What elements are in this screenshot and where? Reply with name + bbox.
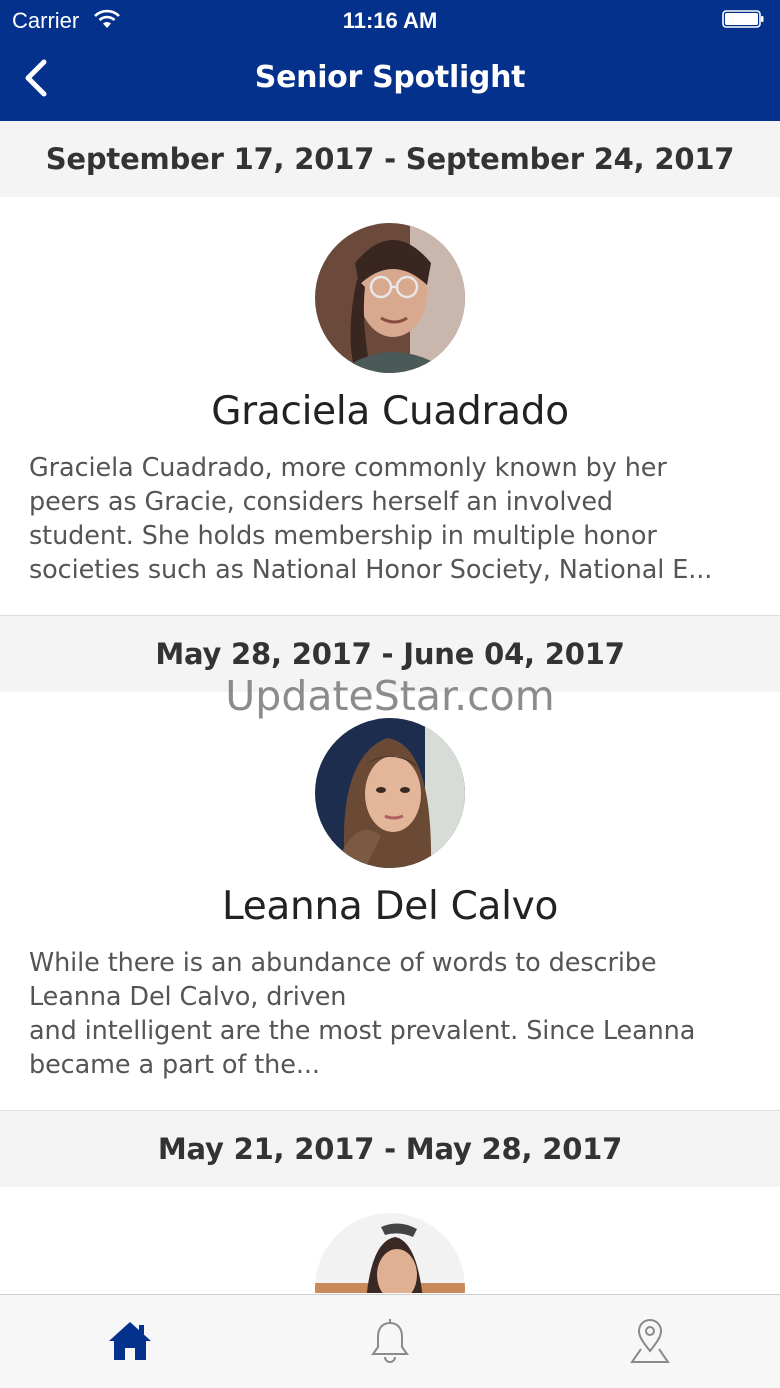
person-name: Leanna Del Calvo [221, 884, 559, 929]
person-bio: While there is an abundance of words to … [29, 948, 696, 1080]
tab-bar [0, 1294, 780, 1388]
spotlight-card[interactable] [0, 1187, 780, 1293]
location-pin-icon[interactable] [626, 1317, 674, 1365]
person-name: Graciela Cuadrado [211, 389, 569, 434]
status-bar: Carrier 11:16 AM [0, 0, 780, 40]
avatar [315, 718, 465, 868]
bell-icon[interactable] [366, 1317, 414, 1365]
watermark: UpdateStar.com [225, 672, 555, 720]
navigation-bar: Senior Spotlight [0, 40, 780, 121]
status-time: 11:16 AM [342, 8, 438, 33]
home-icon[interactable] [106, 1317, 154, 1365]
spotlight-card[interactable]: Leanna Del Calvo While there is an abund… [0, 692, 780, 1111]
person-bio: Graciela Cuadrado, more commonly known b… [29, 453, 713, 585]
date-range-header: September 17, 2017 - September 24, 2017 [0, 121, 780, 197]
page-title: Senior Spotlight [254, 60, 526, 95]
spotlight-card[interactable]: Graciela Cuadrado Graciela Cuadrado, mor… [0, 197, 780, 616]
avatar [315, 223, 465, 373]
avatar [315, 1213, 465, 1293]
date-range-header: May 21, 2017 - May 28, 2017 [0, 1111, 780, 1187]
battery-icon [722, 10, 764, 28]
